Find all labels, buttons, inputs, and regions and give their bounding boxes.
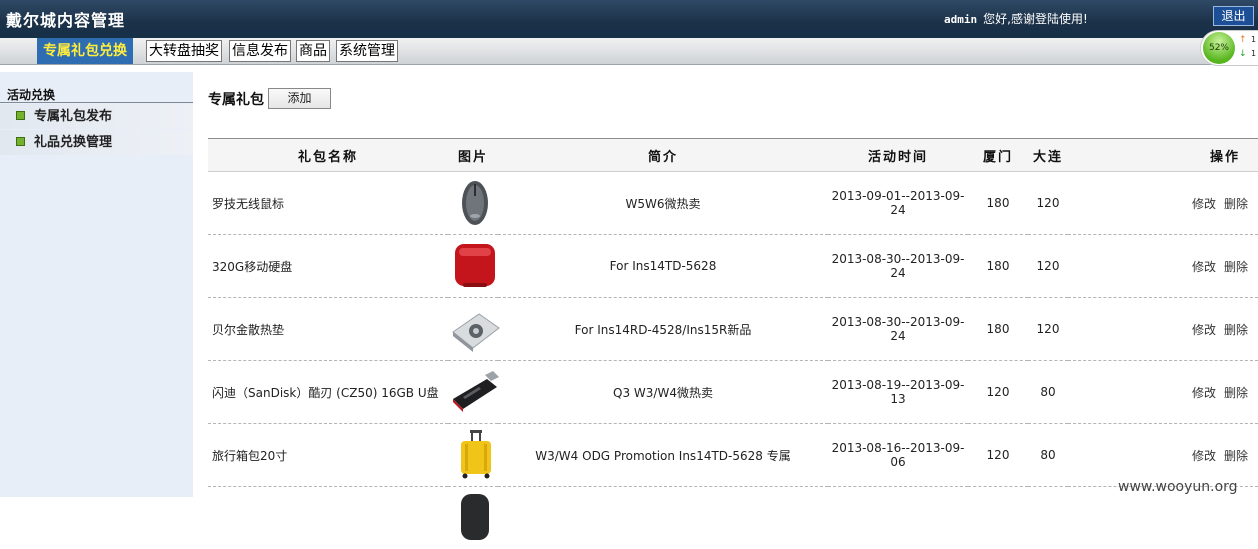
- watermark: www.wooyun.org: [1118, 479, 1238, 495]
- upload-speed: 1: [1251, 35, 1256, 44]
- column-header-name: 礼包名称: [208, 139, 448, 172]
- row-actions: 修改删除: [1068, 298, 1258, 361]
- gift-table: 礼包名称 图片 简介 活动时间 厦门 大连 操作 罗技无线鼠标 W5W6微热卖 …: [208, 138, 1258, 549]
- edit-link[interactable]: 修改: [1192, 197, 1216, 211]
- greeting-text: 您好,感谢登陆使用!: [983, 12, 1088, 26]
- top-header: 戴尔城内容管理 admin 您好,感谢登陆使用! 退出: [0, 0, 1258, 38]
- sidebar-section-title: 活动兑换: [7, 86, 55, 103]
- gift-image-cell: [448, 235, 498, 298]
- download-speed: 1: [1251, 49, 1256, 58]
- table-row: 贝尔金散热垫 For Ins14RD-4528/Ins15R新品 2013-08…: [208, 298, 1258, 361]
- table-row: 罗技无线鼠标 W5W6微热卖 2013-09-01--2013-09-24 18…: [208, 172, 1258, 235]
- suitcase-icon: [449, 428, 501, 480]
- tab-products[interactable]: 商品: [296, 40, 330, 62]
- column-header-image: 图片: [448, 139, 498, 172]
- gift-dalian: 120: [1028, 172, 1068, 235]
- delete-link[interactable]: 删除: [1224, 323, 1248, 337]
- backpack-icon: [449, 488, 501, 540]
- gift-intro: W3/W4 ODG Promotion Ins14TD-5628 专属: [498, 424, 828, 487]
- table-header-row: 礼包名称 图片 简介 活动时间 厦门 大连 操作: [208, 139, 1258, 172]
- mouse-icon: [449, 176, 501, 228]
- row-actions: 修改删除: [1068, 424, 1258, 487]
- table-row: 闪迪（SanDisk）酷刃 (CZ50) 16GB U盘 Q3 W3/W4微热卖…: [208, 361, 1258, 424]
- page-title: 专属礼包: [208, 89, 264, 109]
- column-header-period: 活动时间: [828, 139, 968, 172]
- hard-drive-icon: [449, 239, 501, 291]
- sidebar-item-gift-publish[interactable]: 专属礼包发布: [0, 104, 193, 129]
- edit-link[interactable]: 修改: [1192, 449, 1216, 463]
- usb-drive-icon: [449, 365, 501, 417]
- gift-xiamen: 180: [968, 298, 1028, 361]
- sidebar: 活动兑换 专属礼包发布 礼品兑换管理: [0, 72, 193, 497]
- gift-image-cell: [448, 361, 498, 424]
- gift-intro: For Ins14RD-4528/Ins15R新品: [498, 298, 828, 361]
- gift-dalian: 80: [1028, 361, 1068, 424]
- logout-button[interactable]: 退出: [1213, 6, 1254, 26]
- sidebar-item-label: 专属礼包发布: [34, 109, 112, 124]
- username: admin: [944, 13, 977, 26]
- download-arrow-icon: ↓: [1239, 49, 1247, 59]
- gift-image-cell: [448, 298, 498, 361]
- gift-dalian: 120: [1028, 235, 1068, 298]
- sidebar-divider: [0, 102, 193, 103]
- app-title: 戴尔城内容管理: [6, 7, 125, 31]
- gift-intro: W5W6微热卖: [498, 172, 828, 235]
- column-header-actions: 操作: [1068, 139, 1258, 172]
- gift-name: 闪迪（SanDisk）酷刃 (CZ50) 16GB U盘: [208, 361, 448, 424]
- gift-intro: For Ins14TD-5628: [498, 235, 828, 298]
- row-actions: 修改删除: [1068, 235, 1258, 298]
- delete-link[interactable]: 删除: [1224, 197, 1248, 211]
- user-greeting: admin 您好,感谢登陆使用!: [944, 10, 1088, 27]
- main-nav: 专属礼包兑换 大转盘抽奖 信息发布 商品 系统管理: [0, 38, 1258, 65]
- delete-link[interactable]: 删除: [1224, 260, 1248, 274]
- row-actions: 修改删除: [1068, 172, 1258, 235]
- gift-name: 320G移动硬盘: [208, 235, 448, 298]
- gift-period: 2013-09-01--2013-09-24: [828, 172, 968, 235]
- gift-name: 罗技无线鼠标: [208, 172, 448, 235]
- column-header-dalian: 大连: [1028, 139, 1068, 172]
- bullet-icon: [16, 137, 25, 146]
- tab-exclusive-gift[interactable]: 专属礼包兑换: [37, 38, 133, 64]
- edit-link[interactable]: 修改: [1192, 386, 1216, 400]
- usage-percent: 52%: [1203, 32, 1235, 64]
- gift-xiamen: 120: [968, 424, 1028, 487]
- gift-dalian: 120: [1028, 298, 1068, 361]
- add-button[interactable]: 添加: [268, 88, 331, 109]
- gift-image-cell: [448, 172, 498, 235]
- delete-link[interactable]: 删除: [1224, 449, 1248, 463]
- edit-link[interactable]: 修改: [1192, 323, 1216, 337]
- column-header-intro: 简介: [498, 139, 828, 172]
- table-row: 旅行箱包20寸 W3/W4 ODG Promotion Ins14TD-5628…: [208, 424, 1258, 487]
- gift-xiamen: 120: [968, 361, 1028, 424]
- gift-period: 2013-08-19--2013-09-13: [828, 361, 968, 424]
- sidebar-item-label: 礼品兑换管理: [34, 135, 112, 150]
- table-row: 320G移动硬盘 For Ins14TD-5628 2013-08-30--20…: [208, 235, 1258, 298]
- network-monitor-widget[interactable]: 52% ↑ 1 ↓ 1: [1200, 30, 1258, 66]
- table-row: [208, 487, 1258, 549]
- gift-image-cell: [448, 487, 498, 549]
- gift-name: 旅行箱包20寸: [208, 424, 448, 487]
- gift-period: 2013-08-16--2013-09-06: [828, 424, 968, 487]
- bullet-icon: [16, 111, 25, 120]
- gift-period: 2013-08-30--2013-09-24: [828, 235, 968, 298]
- tab-lucky-wheel[interactable]: 大转盘抽奖: [146, 40, 222, 62]
- cooling-pad-icon: [449, 302, 501, 354]
- gift-xiamen: 180: [968, 235, 1028, 298]
- gift-intro: Q3 W3/W4微热卖: [498, 361, 828, 424]
- delete-link[interactable]: 删除: [1224, 386, 1248, 400]
- gift-xiamen: 180: [968, 172, 1028, 235]
- gift-name: 贝尔金散热垫: [208, 298, 448, 361]
- edit-link[interactable]: 修改: [1192, 260, 1216, 274]
- column-header-xiamen: 厦门: [968, 139, 1028, 172]
- gift-period: 2013-08-30--2013-09-24: [828, 298, 968, 361]
- tab-system-admin[interactable]: 系统管理: [336, 40, 398, 62]
- gift-image-cell: [448, 424, 498, 487]
- upload-arrow-icon: ↑: [1239, 35, 1247, 45]
- gift-dalian: 80: [1028, 424, 1068, 487]
- row-actions: 修改删除: [1068, 361, 1258, 424]
- sidebar-item-gift-exchange[interactable]: 礼品兑换管理: [0, 130, 193, 155]
- tab-info-publish[interactable]: 信息发布: [229, 40, 291, 62]
